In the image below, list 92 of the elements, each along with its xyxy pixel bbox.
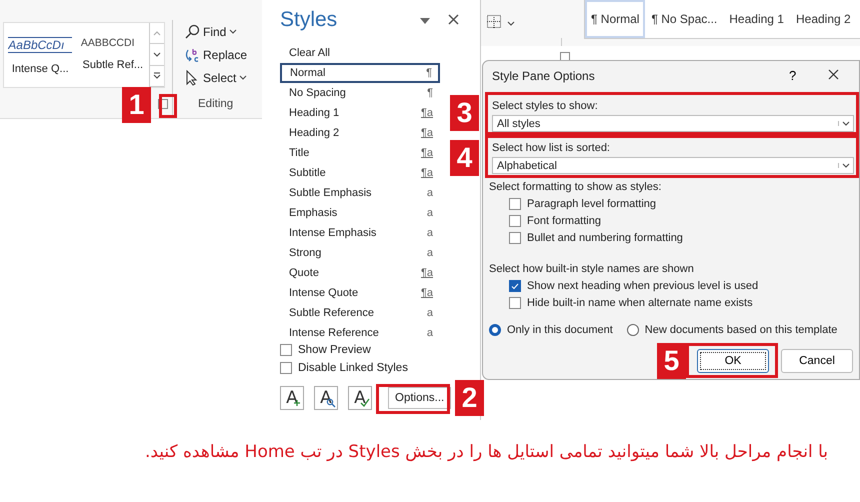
table-icon[interactable]	[487, 15, 501, 28]
style-item[interactable]: Intense Reference a	[280, 323, 440, 343]
field-label: Select styles to show:	[492, 100, 599, 112]
options-button[interactable]: Options...	[388, 387, 452, 409]
caption-text: با انجام مراحل بالا شما میتوانید تمامی استایل ها را در بخش Styles در تب Home مشاهده کنید.	[144, 442, 828, 462]
style-tool-button[interactable]: A	[280, 386, 304, 410]
style-type-mark: ¶	[427, 87, 433, 99]
style-item[interactable]: Intense Emphasis a	[280, 223, 440, 243]
style-name: Subtle Ref...	[82, 59, 144, 71]
checkbox[interactable]	[280, 344, 292, 356]
quick-style[interactable]: Heading 1	[723, 0, 790, 38]
ok-button[interactable]: OK	[697, 349, 769, 373]
dialog-launcher-button[interactable]	[158, 99, 168, 109]
step-number: 5	[657, 343, 686, 379]
caret-icon	[153, 52, 162, 57]
step-number: 1	[122, 87, 151, 123]
style-item[interactable]: Quote ¶a	[280, 263, 440, 283]
style-type-mark: a	[426, 227, 433, 239]
help-button[interactable]: ?	[789, 68, 796, 83]
checkbox[interactable]	[280, 362, 292, 374]
quick-style[interactable]: Heading 2	[790, 0, 857, 38]
style-item[interactable]: Emphasis a	[280, 203, 440, 223]
group-label: Editing	[198, 98, 234, 110]
checkbox-label: Show next heading when previous level is used	[527, 280, 758, 292]
style-type-mark: a	[426, 247, 433, 259]
style-type-mark: a	[426, 307, 433, 319]
radio-button[interactable]	[626, 324, 639, 336]
style-item[interactable]: Heading 1 ¶a	[280, 103, 440, 123]
style-type-mark: ¶	[426, 67, 432, 79]
style-item[interactable]: Subtle Emphasis a	[280, 183, 440, 203]
replace-icon	[184, 46, 200, 62]
checkbox[interactable]	[509, 280, 521, 292]
checkbox-label: Paragraph level formatting	[527, 198, 656, 210]
checkbox[interactable]	[509, 232, 521, 244]
radio-button[interactable]	[489, 324, 501, 336]
highlight-frame	[159, 94, 177, 118]
style-tool-button[interactable]: A	[348, 386, 372, 410]
style-item[interactable]: Title ¶a	[280, 143, 440, 163]
style-type-mark: ¶a	[420, 127, 433, 139]
checkbox-label: Show Preview	[298, 344, 371, 356]
dropdown-icon[interactable]	[420, 18, 430, 24]
style-item[interactable]: Subtle Reference a	[280, 303, 440, 323]
radio-label: New documents based on this template	[644, 324, 838, 336]
checkbox[interactable]	[509, 297, 521, 309]
checkbox-label: Bullet and numbering formatting	[527, 232, 683, 244]
more-icon	[153, 72, 162, 80]
cursor-icon	[184, 70, 200, 86]
style-item[interactable]: No Spacing ¶	[280, 83, 440, 103]
style-type-mark: ¶a	[420, 167, 433, 179]
editing-button[interactable]: Find	[184, 22, 248, 41]
checkbox-label: Disable Linked Styles	[298, 362, 408, 374]
search-icon	[184, 24, 200, 40]
checkbox[interactable]	[509, 198, 521, 210]
clear-all-item[interactable]: Clear All	[280, 43, 440, 63]
editing-button[interactable]: Replace	[184, 45, 248, 64]
cancel-button[interactable]: Cancel	[781, 349, 853, 373]
section-label: Select formatting to show as styles:	[489, 181, 662, 193]
scroll-down-button[interactable]	[149, 44, 164, 66]
dialog-title: Style Pane Options	[492, 69, 595, 83]
styles-dropdown[interactable]: All styles	[492, 115, 854, 132]
style-type-mark: a	[426, 327, 433, 339]
style-type-mark: ¶a	[420, 147, 433, 159]
checkbox-label: Hide built-in name when alternate name exists	[527, 297, 753, 309]
checkbox-label: Font formatting	[527, 215, 601, 227]
checkbox[interactable]	[509, 215, 521, 227]
step-number: 4	[450, 140, 479, 176]
quick-style[interactable]: ¶ Normal	[585, 0, 646, 38]
step-number: 3	[450, 95, 479, 131]
caret-icon	[507, 21, 515, 26]
sort-dropdown[interactable]: Alphabetical	[492, 157, 854, 174]
style-item[interactable]: Strong a	[280, 243, 440, 263]
style-type-mark: ¶a	[420, 287, 433, 299]
more-button[interactable]	[149, 66, 164, 87]
style-item[interactable]: Heading 2 ¶a	[280, 123, 440, 143]
style-tool-button[interactable]: A	[314, 386, 338, 410]
style-item[interactable]: Subtitle ¶a	[280, 163, 440, 183]
style-type-mark: ¶a	[420, 107, 433, 119]
editing-button[interactable]: Select	[184, 68, 248, 87]
style-sample[interactable]: AABBCCDI	[80, 37, 145, 49]
style-name: Intense Q...	[12, 63, 69, 75]
style-type-mark: a	[426, 187, 433, 199]
pane-title: Styles	[280, 8, 338, 32]
step-number: 2	[455, 380, 484, 416]
field-label: Select how list is sorted:	[492, 142, 611, 154]
radio-label: Only in this document	[507, 324, 613, 336]
style-type-mark: a	[426, 207, 433, 219]
style-item[interactable]: Intense Quote ¶a	[280, 283, 440, 303]
chevron-icon	[153, 30, 162, 36]
style-type-mark: ¶a	[420, 267, 433, 279]
section-label: Select how built-in style names are shown	[489, 263, 695, 275]
quick-style[interactable]: ¶ No Spac...	[645, 0, 724, 38]
style-item[interactable]: Normal ¶	[280, 63, 440, 83]
